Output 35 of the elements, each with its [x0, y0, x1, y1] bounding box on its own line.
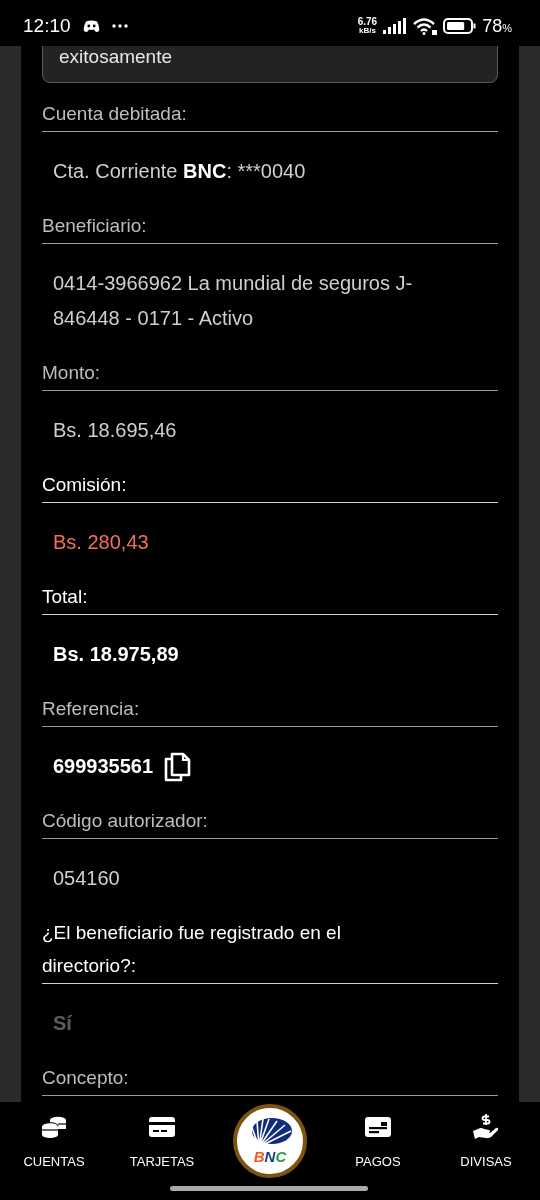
- card-icon: [149, 1117, 175, 1137]
- field-label: Total:: [42, 580, 498, 615]
- field-label: Monto:: [42, 356, 498, 391]
- field-label: ¿El beneficiario fue registrado en el directorio?:: [42, 916, 498, 984]
- gamepad-icon: [82, 19, 100, 33]
- clock: 12:10: [23, 15, 71, 37]
- nav-tab[interactable]: DIVISAS: [432, 1102, 540, 1200]
- dollar-hand-icon: [472, 1113, 500, 1141]
- field-value: Bs. 18.695,46: [53, 418, 177, 443]
- field-value: 699935561: [53, 754, 154, 779]
- field-label: Concepto:: [42, 1061, 498, 1096]
- wifi-icon: [413, 17, 438, 35]
- copy-icon[interactable]: [163, 751, 192, 782]
- signal-icon: [383, 18, 408, 34]
- more-icon: [111, 24, 128, 28]
- coins-icon: [41, 1116, 67, 1138]
- field-label: Beneficiario:: [42, 209, 498, 244]
- nav-tab[interactable]: CUENTAS: [0, 1102, 108, 1200]
- field-label: Comisión:: [42, 468, 498, 503]
- field-label: Cuenta debitada:: [42, 97, 498, 132]
- message-box: exitosamente: [42, 46, 498, 83]
- battery-level: 78%: [482, 15, 512, 37]
- speed-unit: kB/s: [359, 26, 376, 35]
- field-value: 0414-3966962 La mundial de seguros J-846448 - 0171 - Activo: [53, 271, 414, 331]
- field-value: Cta. Corriente BNC: ***0040: [53, 159, 306, 184]
- field-label: Código autorizador:: [42, 804, 498, 839]
- battery-icon: [443, 18, 477, 34]
- bank-logo[interactable]: BNC: [233, 1104, 307, 1178]
- field-value: Sí: [53, 1011, 72, 1036]
- field-value: Bs. 280,43: [53, 530, 149, 555]
- field-label: Referencia:: [42, 692, 498, 727]
- id-card-icon: [365, 1117, 391, 1137]
- field-value: 054160: [53, 866, 120, 891]
- field-value: Bs. 18.975,89: [53, 642, 179, 667]
- network-speed: 6.76: [357, 17, 378, 26]
